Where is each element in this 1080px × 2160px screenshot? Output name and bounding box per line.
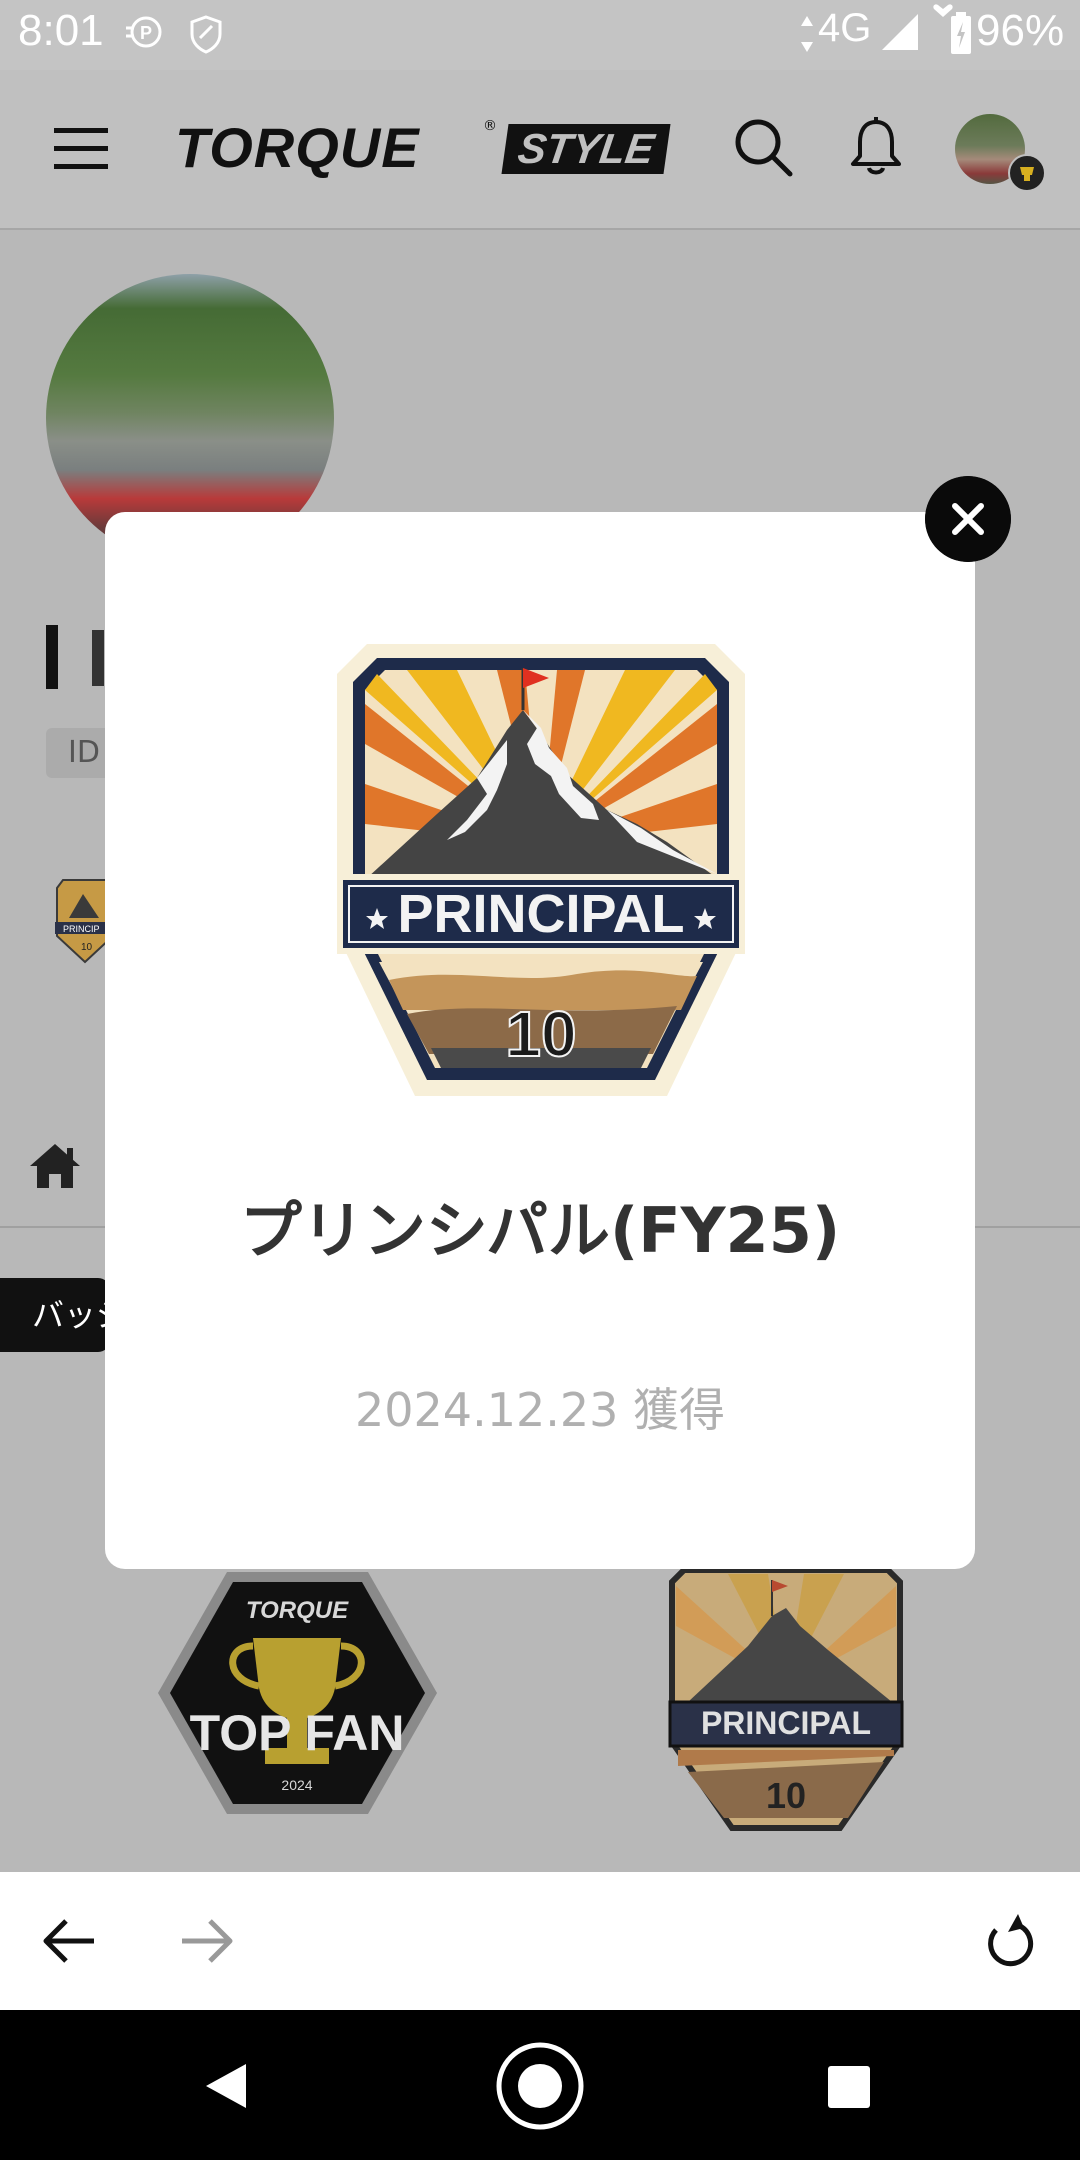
bell-icon[interactable]: [848, 116, 904, 180]
logo-torque-text: TORQUE: [175, 116, 420, 179]
svg-text:10: 10: [81, 942, 93, 953]
principal-small-title: PRINCIPAL: [701, 1705, 871, 1741]
badge-tab-chip[interactable]: バッジ: [0, 1278, 110, 1352]
top-fan-brand: TORQUE: [246, 1597, 349, 1624]
data-arrows-icon: [801, 16, 813, 52]
badge-detail-modal: PRINCIPAL 10 プリンシパル(FY25) 2024.12.23 獲得: [105, 512, 975, 1569]
app-header: TORQUE ® STYLE: [0, 70, 1080, 230]
principal-badge-large: PRINCIPAL 10: [337, 644, 745, 1096]
principal-large-number: 10: [505, 998, 576, 1070]
browser-toolbar: [0, 1872, 1080, 2010]
profile-name-fragment: [46, 625, 58, 689]
badge-name: プリンシパル(FY25): [239, 1194, 841, 1267]
logo-registered-mark: ®: [483, 118, 497, 134]
principal-large-title: PRINCIPAL: [397, 884, 684, 944]
status-bar: 8:01 P 4G 96%: [0, 0, 1080, 70]
battery-icon: [951, 12, 971, 54]
hamburger-menu-icon[interactable]: [54, 126, 108, 170]
svg-text:P: P: [140, 23, 152, 43]
top-fan-title: TOP FAN: [190, 1705, 405, 1761]
nav-recents-icon[interactable]: [826, 2064, 872, 2110]
logo-style-text: STYLE: [501, 124, 671, 174]
shield-icon: [190, 15, 222, 54]
system-nav-bar: [0, 2010, 1080, 2160]
top-fan-year: 2024: [281, 1777, 312, 1793]
reload-icon[interactable]: [984, 1912, 1036, 1972]
battery-percent: 96%: [976, 6, 1065, 55]
torque-style-logo[interactable]: TORQUE ® STYLE: [175, 116, 671, 179]
principal-small-number: 10: [766, 1775, 806, 1816]
signal-icon: [882, 14, 918, 50]
nav-back-icon[interactable]: [204, 2062, 248, 2110]
top-fan-badge[interactable]: TORQUE TOP FAN 2024: [155, 1568, 440, 1818]
close-modal-button[interactable]: [925, 476, 1011, 562]
home-tab-icon[interactable]: [28, 1142, 82, 1190]
data-saver-icon: P: [126, 16, 162, 48]
principal-badge-small[interactable]: PRINCIPAL 10: [668, 1566, 904, 1836]
nav-home-icon[interactable]: [494, 2040, 586, 2132]
back-arrow-icon[interactable]: [42, 1918, 96, 1964]
avatar-badge-icon: [1008, 154, 1046, 192]
forward-arrow-icon[interactable]: [180, 1918, 234, 1964]
badge-acquired-date: 2024.12.23 獲得: [355, 1383, 725, 1437]
search-icon[interactable]: [732, 116, 796, 180]
svg-text:PRINCIP: PRINCIP: [63, 924, 100, 934]
profile-name-fragment-2: [92, 630, 104, 686]
network-type: 4G: [818, 6, 872, 50]
status-time: 8:01: [18, 6, 104, 55]
